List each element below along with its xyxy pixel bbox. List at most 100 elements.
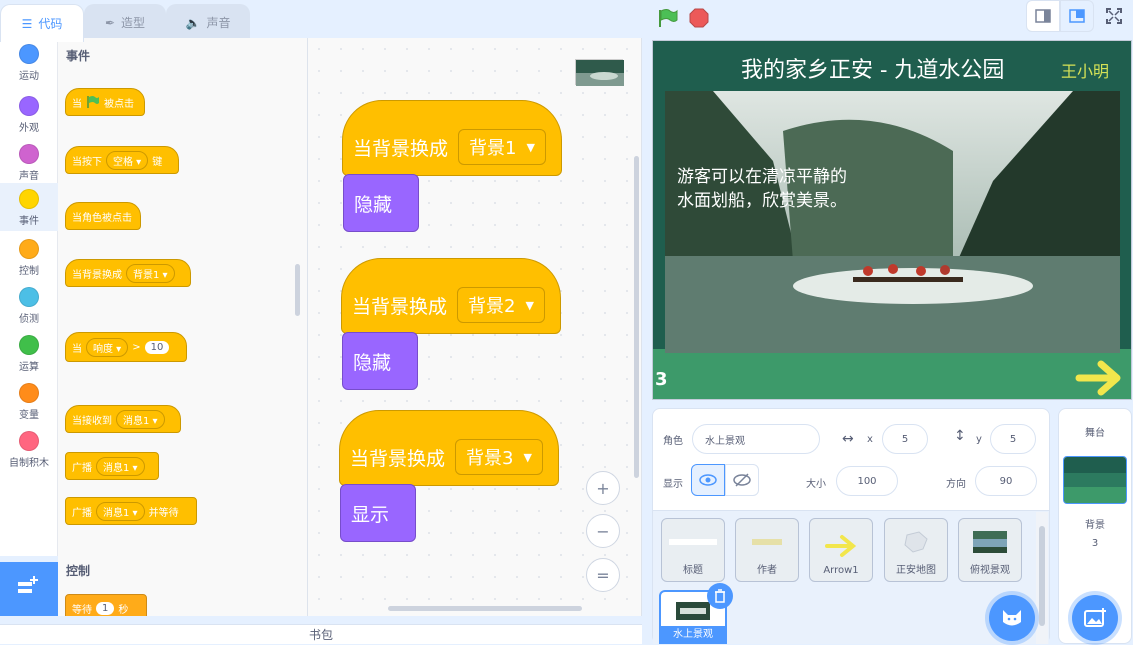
block-text: >: [132, 341, 141, 353]
broadcast-wait-dropdown[interactable]: 消息1 ▾: [96, 501, 145, 521]
block-when-sprite-clicked[interactable]: 当角色被点击: [65, 202, 141, 230]
script3-hat-block[interactable]: 当背景换成 背景3 ▼: [339, 410, 559, 486]
block-when-receive[interactable]: 当接收到 消息1 ▾: [65, 405, 181, 433]
script2-backdrop-dropdown[interactable]: 背景2 ▼: [457, 287, 545, 323]
block-wait[interactable]: 等待 1 秒: [65, 594, 147, 616]
loudness-dropdown[interactable]: 响度 ▾: [86, 337, 129, 357]
block-when-flag-clicked[interactable]: 当 被点击: [65, 88, 145, 116]
arrow-sprite[interactable]: [1075, 359, 1123, 399]
stop-button[interactable]: [688, 7, 710, 33]
add-extension-button[interactable]: [0, 562, 58, 616]
cat-icon: [1003, 610, 1021, 626]
stage-canvas[interactable]: 我的家乡正安 - 九道水公园 王小明 游客可以在清凉平静的 水面划船，欣赏美景。…: [652, 40, 1132, 400]
loudness-input[interactable]: 10: [144, 340, 170, 354]
category-looks[interactable]: 外观: [0, 90, 58, 138]
category-label: 事件: [19, 216, 39, 227]
block-when-backdrop-switches[interactable]: 当背景换成 背景1 ▾: [65, 259, 191, 287]
section-title-events: 事件: [66, 49, 91, 63]
block-when-key-pressed[interactable]: 当按下 空格 ▾ 键: [65, 146, 179, 174]
script-vertical-scrollbar[interactable]: [634, 156, 639, 478]
sprite-name: 作者: [757, 565, 777, 576]
dropdown-value: 空格: [113, 156, 133, 168]
category-sensing[interactable]: 侦测: [0, 281, 58, 329]
sprite-tile-arrow1[interactable]: Arrow1: [809, 518, 873, 582]
control-dot: [19, 239, 39, 259]
choose-sprite-button[interactable]: [989, 595, 1035, 641]
sprite-tile-map[interactable]: 正安地图: [884, 518, 948, 582]
zoom-reset-button[interactable]: =: [586, 558, 620, 592]
script1-hide-block[interactable]: 隐藏: [343, 174, 419, 232]
message-dropdown[interactable]: 消息1 ▾: [116, 409, 165, 429]
script3-show-block[interactable]: 显示: [340, 484, 416, 542]
large-stage-icon: [1069, 9, 1085, 23]
wait-input[interactable]: 1: [96, 601, 115, 615]
direction-input[interactable]: 90: [975, 466, 1037, 496]
sensing-dot: [19, 287, 39, 307]
sprite-tile-title[interactable]: 标题: [661, 518, 725, 582]
sprite-tile-author[interactable]: 作者: [735, 518, 799, 582]
block-broadcast[interactable]: 广播 消息1 ▾: [65, 452, 159, 480]
tab-code-label: 代码: [38, 17, 63, 31]
tab-costumes[interactable]: ✒ 造型: [84, 4, 166, 40]
small-stage-button[interactable]: [1026, 0, 1060, 32]
category-motion[interactable]: 运动: [0, 38, 58, 86]
dropdown-value: 背景1: [133, 269, 160, 281]
tab-sounds[interactable]: 🔈 声音: [166, 4, 250, 40]
script1-backdrop-dropdown[interactable]: 背景1 ▼: [458, 129, 546, 165]
dropdown-value: 背景2: [468, 296, 516, 317]
category-events[interactable]: 事件: [0, 183, 58, 231]
sprite-name: 正安地图: [896, 565, 936, 576]
block-text: 当接收到: [72, 415, 112, 427]
block-when-loudness[interactable]: 当 响度 ▾ > 10: [65, 332, 187, 362]
show-hidden-button[interactable]: [725, 464, 759, 496]
script3-backdrop-dropdown[interactable]: 背景3 ▼: [455, 439, 543, 475]
dropdown-value: 消息1: [103, 462, 130, 474]
zoom-in-button[interactable]: +: [586, 471, 620, 505]
sprite-name-input[interactable]: 水上景观: [692, 424, 820, 454]
green-flag-button[interactable]: [656, 7, 678, 33]
block-broadcast-and-wait[interactable]: 广播 消息1 ▾ 并等待: [65, 497, 197, 525]
scrollbar-thumb[interactable]: [1039, 526, 1045, 626]
script-area[interactable]: 当背景换成 背景1 ▼ 隐藏 当背景换成 背景2 ▼ 隐藏 当背景换成 背景3 ▼ 显…: [308, 38, 642, 616]
category-variables[interactable]: 变量: [0, 377, 58, 425]
tab-code[interactable]: ☰ 代码: [0, 4, 84, 42]
fullscreen-button[interactable]: [1097, 0, 1131, 32]
script1-hat-block[interactable]: 当背景换成 背景1 ▼: [342, 100, 562, 176]
sprite-name: 标题: [683, 565, 703, 576]
backdrop-thumbnail[interactable]: [1063, 456, 1127, 504]
size-input[interactable]: 100: [836, 466, 898, 496]
backdrop-dropdown[interactable]: 背景1 ▾: [126, 263, 175, 283]
broadcast-dropdown[interactable]: 消息1 ▾: [96, 456, 145, 476]
hat-text: 当背景换成: [350, 447, 446, 470]
sprite-list-scrollbar[interactable]: [1036, 512, 1048, 644]
category-operators[interactable]: 运算: [0, 329, 58, 377]
palette-scrollbar[interactable]: [295, 264, 300, 316]
delete-sprite-button[interactable]: [707, 583, 733, 609]
looks-dot: [19, 96, 39, 116]
choose-backdrop-button[interactable]: [1072, 595, 1118, 641]
direction-label: 方向: [946, 479, 966, 490]
zoom-out-button[interactable]: −: [586, 514, 620, 548]
dropdown-arrow-icon: ▼: [526, 140, 535, 154]
sprite-tile-aerial[interactable]: 俯视景观: [958, 518, 1022, 582]
show-visible-button[interactable]: [691, 464, 725, 496]
script-horizontal-scrollbar[interactable]: [388, 606, 582, 611]
y-arrow-icon: ↕: [954, 428, 966, 444]
tab-costumes-label: 造型: [121, 16, 146, 30]
x-input[interactable]: 5: [882, 424, 928, 454]
category-my-blocks[interactable]: 自制积木: [0, 425, 58, 473]
category-control[interactable]: 控制: [0, 233, 58, 281]
key-dropdown[interactable]: 空格 ▾: [106, 150, 149, 170]
large-stage-button[interactable]: [1060, 0, 1094, 32]
category-label: 侦测: [19, 314, 39, 325]
category-sound[interactable]: 声音: [0, 138, 58, 186]
map-thumbnail-icon: [904, 531, 928, 553]
script2-hide-block[interactable]: 隐藏: [342, 332, 418, 390]
backpack-bar[interactable]: 书包: [0, 624, 642, 644]
small-stage-icon: [1035, 9, 1051, 23]
y-input[interactable]: 5: [990, 424, 1036, 454]
dropdown-arrow-icon: ▼: [523, 450, 532, 464]
arrow-thumbnail-icon: [825, 535, 857, 557]
script2-hat-block[interactable]: 当背景换成 背景2 ▼: [341, 258, 561, 334]
stop-icon: [689, 8, 709, 28]
